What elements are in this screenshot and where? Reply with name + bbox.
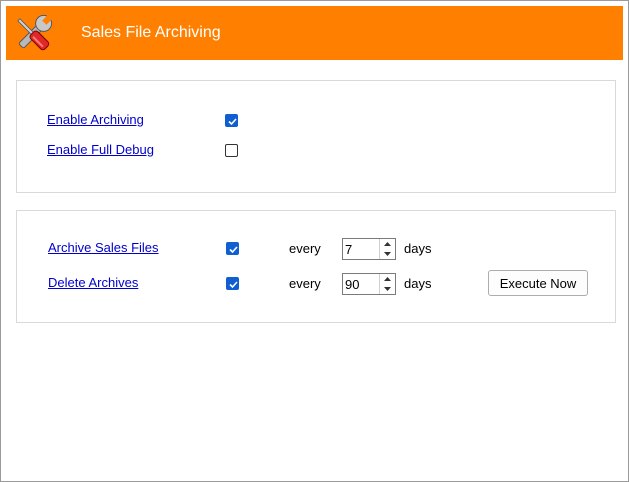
page-title: Sales File Archiving [81,24,221,41]
spin-up-icon[interactable] [380,239,395,249]
archive-days-stepper[interactable]: 7 [342,238,396,260]
enable-full-debug-checkbox[interactable] [225,144,238,157]
archive-days-value[interactable]: 7 [345,242,352,257]
delete-days-unit: days [404,276,432,291]
archive-sales-files-checkbox[interactable] [226,242,239,255]
archive-every-label: every [289,241,321,256]
tools-icon [17,14,53,51]
execute-now-button[interactable]: Execute Now [488,270,588,296]
delete-archives-link[interactable]: Delete Archives [48,275,138,290]
delete-days-arrows [379,274,395,294]
general-options-group [16,80,616,193]
archive-days-arrows [379,239,395,259]
checkmark-icon [229,281,238,289]
delete-days-value[interactable]: 90 [345,277,359,292]
checkmark-icon [229,246,238,254]
spin-down-icon[interactable] [380,249,395,259]
schedule-group [16,210,616,323]
delete-archives-checkbox[interactable] [226,277,239,290]
app-window: Sales File Archiving Enable Archiving En… [0,0,629,482]
archive-days-unit: days [404,241,432,256]
enable-full-debug-link[interactable]: Enable Full Debug [47,142,154,157]
spin-down-icon[interactable] [380,284,395,294]
header-bar: Sales File Archiving [6,6,623,60]
spin-up-icon[interactable] [380,274,395,284]
delete-days-stepper[interactable]: 90 [342,273,396,295]
delete-every-label: every [289,276,321,291]
enable-archiving-link[interactable]: Enable Archiving [47,112,144,127]
enable-archiving-checkbox[interactable] [225,114,238,127]
archive-sales-files-link[interactable]: Archive Sales Files [48,240,159,255]
checkmark-icon [228,118,237,126]
